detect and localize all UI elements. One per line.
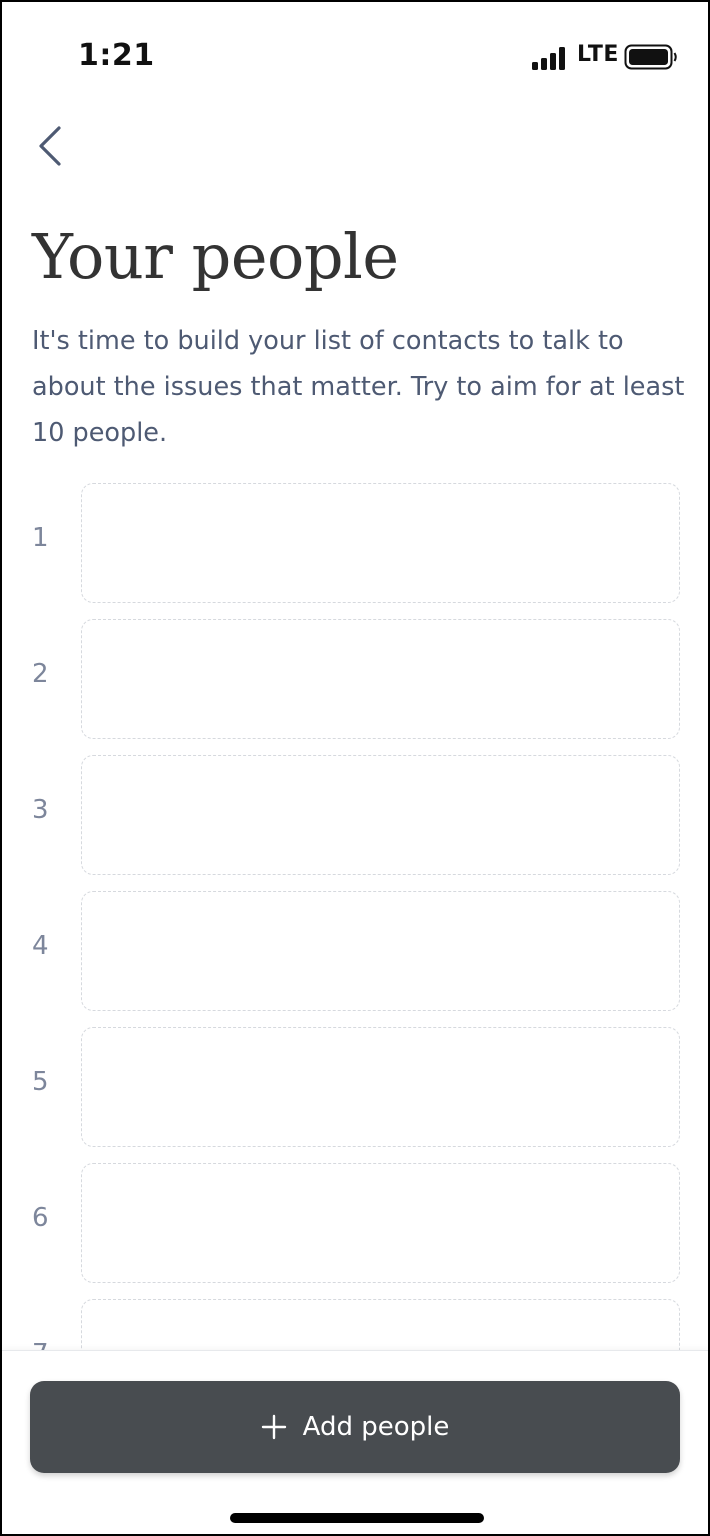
contact-row: 7	[2, 1299, 708, 1351]
chevron-left-icon	[39, 126, 61, 166]
status-bar: 1:21 LTE	[2, 2, 708, 102]
contact-input[interactable]	[81, 619, 680, 739]
row-number: 3	[32, 795, 49, 825]
row-number: 4	[32, 931, 49, 961]
status-time: 1:21	[78, 38, 155, 73]
network-label: LTE	[577, 42, 619, 67]
page-description: It's time to build your list of contacts…	[32, 326, 685, 448]
add-people-label: Add people	[302, 1412, 450, 1442]
home-indicator[interactable]	[230, 1513, 484, 1523]
contact-input[interactable]	[81, 483, 680, 603]
contact-input[interactable]	[81, 755, 680, 875]
contact-row: 6	[2, 1163, 708, 1285]
row-number: 5	[32, 1067, 49, 1097]
footer-bar: Add people	[2, 1350, 708, 1534]
contact-input[interactable]	[81, 1299, 680, 1351]
battery-icon	[624, 44, 677, 70]
contact-row: 3	[2, 755, 708, 877]
row-number: 1	[32, 523, 49, 553]
contact-input[interactable]	[81, 891, 680, 1011]
contact-row: 1	[2, 483, 708, 605]
contact-row: 2	[2, 619, 708, 741]
contact-row: 4	[2, 891, 708, 1013]
plus-icon	[261, 1414, 286, 1440]
contact-list: 1 2 3 4 5 6 7	[2, 483, 708, 1351]
signal-bars-icon	[532, 46, 572, 70]
back-button[interactable]	[30, 120, 74, 172]
page-title: Your people	[32, 220, 399, 293]
app-screen: 1:21 LTE Your people It's time to build …	[0, 0, 710, 1536]
add-people-button[interactable]: Add people	[30, 1381, 680, 1473]
contact-row: 5	[2, 1027, 708, 1149]
row-number: 2	[32, 659, 49, 689]
contact-input[interactable]	[81, 1163, 680, 1283]
contact-input[interactable]	[81, 1027, 680, 1147]
row-number: 6	[32, 1203, 49, 1233]
